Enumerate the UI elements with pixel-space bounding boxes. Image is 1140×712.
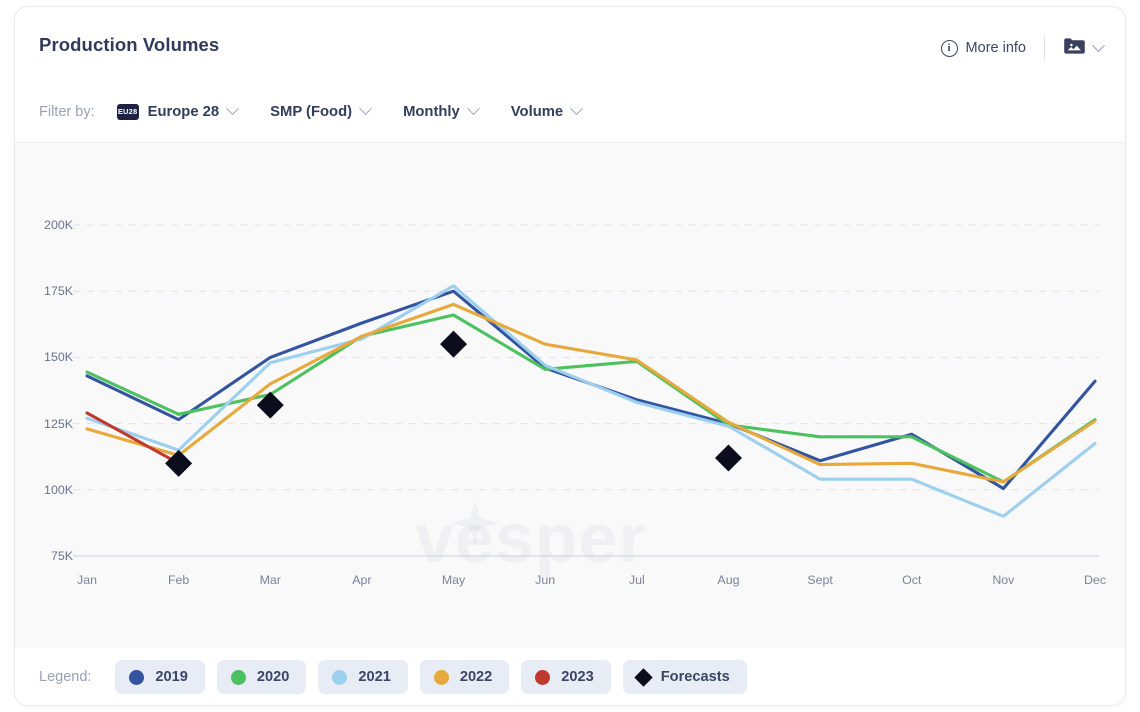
more-info-label: More info <box>965 40 1026 56</box>
x-axis-tick-label: Mar <box>259 573 281 587</box>
chart-plot-area: vesper 200K 175K 150K 125K 100K 75K Jan Feb Mar… <box>15 143 1125 648</box>
filter-product-dropdown[interactable]: SMP (Food) <box>270 102 372 120</box>
legend-dot-icon <box>535 669 551 685</box>
eu28-badge-icon: EU28 <box>116 103 139 120</box>
x-axis-tick-label: Jan <box>77 573 97 587</box>
legend-dot-icon <box>230 669 246 685</box>
x-axis-tick-label: Jun <box>535 573 556 587</box>
chevron-down-icon <box>359 102 372 116</box>
y-axis-tick-label: 150K <box>44 350 73 365</box>
chart-legend: Legend: 2019 2020 2021 2022 2023 Forecasts <box>15 648 1125 705</box>
y-axis-tick-label: 75K <box>50 549 73 563</box>
x-axis-tick-label: Nov <box>992 573 1015 587</box>
series-line-2023 <box>85 411 181 465</box>
legend-dot-icon <box>332 669 348 685</box>
page-title: Production Volumes <box>39 34 220 55</box>
chevron-down-icon <box>1092 38 1105 52</box>
image-folder-icon <box>1063 37 1085 60</box>
filter-metric-dropdown[interactable]: Volume <box>510 102 584 120</box>
x-axis-tick-label: Dec <box>1083 573 1107 587</box>
series-line-2019 <box>85 289 1097 491</box>
x-axis-tick-label: Feb <box>167 573 190 587</box>
card-header: Production Volumes i More info <box>15 7 1125 81</box>
x-axis-tick-label: Apr <box>352 573 372 587</box>
more-info-button[interactable]: i More info <box>940 39 1026 57</box>
filter-frequency-dropdown[interactable]: Monthly <box>403 102 480 120</box>
header-divider <box>1044 35 1045 61</box>
chevron-down-icon <box>570 102 584 116</box>
filter-product-value: SMP (Food) <box>270 103 353 120</box>
filter-by-label: Filter by: <box>39 103 95 120</box>
legend-item-label: 2022 <box>459 669 493 685</box>
x-axis-tick-label: Sept <box>807 573 833 587</box>
forecast-diamond-marker <box>440 330 468 358</box>
export-image-button[interactable] <box>1063 37 1105 60</box>
filter-region-value: Europe 28 <box>147 103 220 120</box>
y-axis-tick-label: 125K <box>44 416 73 431</box>
y-axis-tick-label: 200K <box>44 218 73 232</box>
legend-item-2023[interactable]: 2023 <box>521 660 611 694</box>
series-line-2020 <box>85 313 1097 484</box>
legend-item-forecasts[interactable]: Forecasts <box>622 660 747 694</box>
x-axis-tick-label: Oct <box>902 573 922 587</box>
header-actions: i More info <box>940 35 1105 61</box>
x-axis-tick-label: Jul <box>628 573 645 587</box>
info-circle-icon: i <box>940 39 958 57</box>
filter-metric-value: Volume <box>510 103 564 120</box>
legend-item-2020[interactable]: 2020 <box>216 660 307 694</box>
legend-item-label: 2023 <box>561 669 594 685</box>
filter-region-dropdown[interactable]: EU28 Europe 28 <box>116 102 240 120</box>
legend-diamond-icon <box>634 667 653 687</box>
legend-item-2022[interactable]: 2022 <box>419 660 510 694</box>
x-axis-tick-label: May <box>441 573 466 587</box>
legend-item-2021[interactable]: 2021 <box>318 660 408 694</box>
forecast-diamond-marker <box>714 444 742 472</box>
legend-label: Legend: <box>39 669 92 685</box>
legend-item-2019[interactable]: 2019 <box>115 660 205 694</box>
legend-items: 2019 2020 2021 2022 2023 Forecasts <box>115 660 747 694</box>
legend-item-label: 2021 <box>358 669 391 685</box>
y-axis-tick-label: 175K <box>44 284 73 299</box>
legend-item-label: 2019 <box>155 669 188 685</box>
y-axis-tick-label: 100K <box>44 482 73 497</box>
legend-dot-icon <box>129 669 145 685</box>
chart-card: Production Volumes i More info Filter by… <box>14 6 1126 706</box>
chevron-down-icon <box>466 102 480 116</box>
x-axis-tick-label: Aug <box>717 573 740 587</box>
filter-frequency-value: Monthly <box>403 103 460 120</box>
legend-dot-icon <box>433 669 449 685</box>
chevron-down-icon <box>226 102 240 116</box>
filter-bar: Filter by: EU28 Europe 28 SMP (Food) Mon… <box>15 81 1125 143</box>
legend-item-label: 2020 <box>256 669 290 685</box>
legend-item-label: Forecasts <box>660 669 730 685</box>
